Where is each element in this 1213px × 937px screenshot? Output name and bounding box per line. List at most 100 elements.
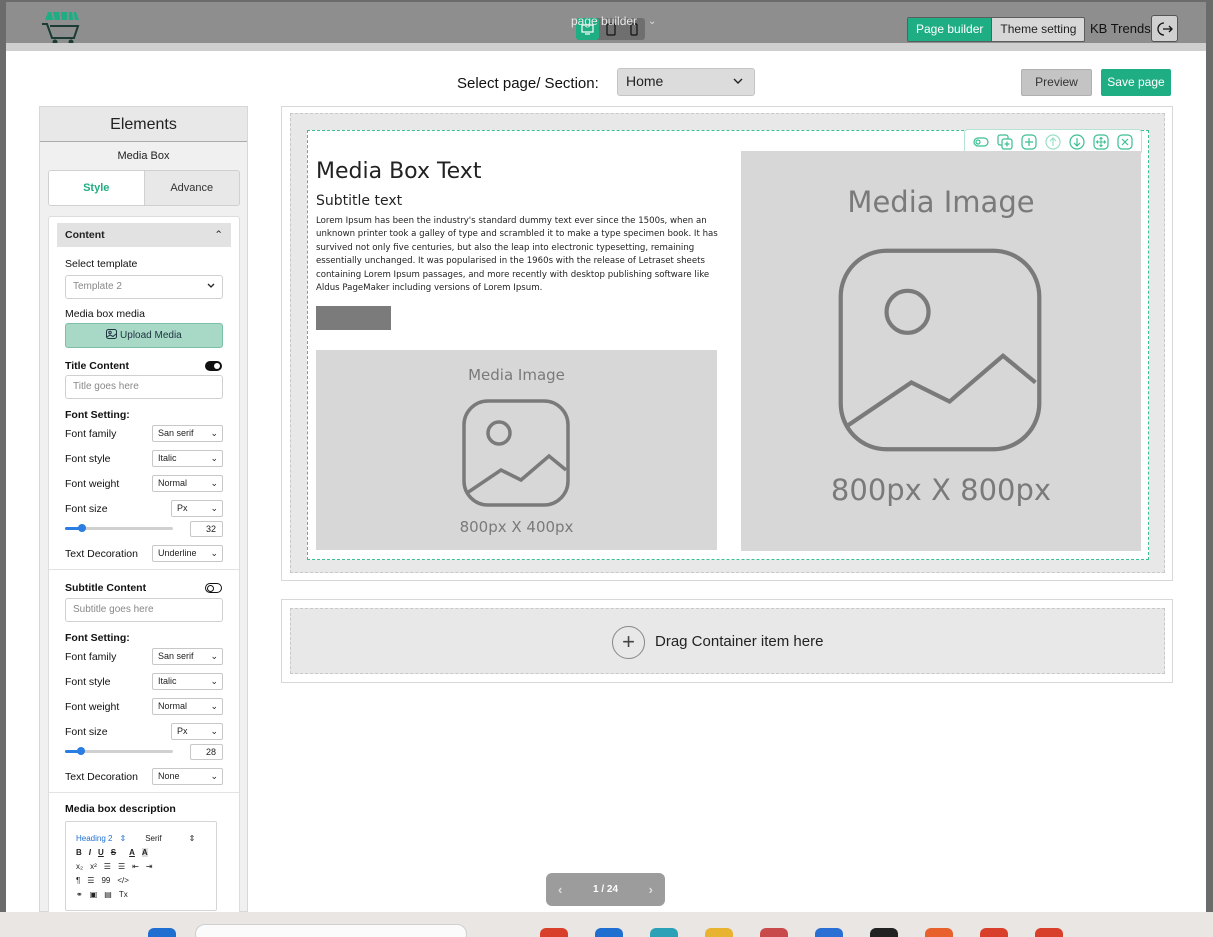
text-decoration-select[interactable]: None ⌄ bbox=[152, 768, 223, 785]
title-input[interactable]: Title goes here bbox=[65, 375, 223, 399]
title-font-size-input[interactable]: 32 bbox=[190, 521, 223, 537]
heading-select[interactable]: Heading 2 bbox=[76, 834, 112, 843]
eye-toggle-icon[interactable] bbox=[973, 134, 989, 150]
close-icon[interactable] bbox=[1117, 134, 1133, 150]
blockquote-button[interactable]: 99 bbox=[101, 876, 110, 885]
template-select[interactable]: Template 2 bbox=[65, 275, 223, 299]
canvas-section[interactable]: Media Box Text Subtitle text Lorem Ipsum… bbox=[281, 106, 1173, 581]
prev-page-icon[interactable]: ‹ bbox=[558, 882, 562, 897]
drag-container-text: Drag Container item here bbox=[655, 633, 824, 650]
shopping-cart-logo-icon bbox=[42, 11, 80, 45]
upload-media-button[interactable]: Upload Media bbox=[65, 323, 223, 348]
font-weight-select[interactable]: Normal ⌄ bbox=[152, 698, 223, 715]
font-family-label: Font family bbox=[65, 428, 117, 440]
tab-style[interactable]: Style bbox=[49, 171, 144, 205]
strikethrough-button[interactable]: S bbox=[111, 848, 116, 857]
font-unit-select[interactable]: Px ⌄ bbox=[171, 500, 223, 517]
page-navigator: ‹ 1 / 24 › bbox=[546, 873, 665, 906]
tab-advance[interactable]: Advance bbox=[143, 171, 239, 205]
chevron-up-icon[interactable]: ⌃ bbox=[214, 223, 223, 247]
canvas-section-empty[interactable]: + Drag Container item here bbox=[281, 599, 1173, 683]
subscript-button[interactable]: x₂ bbox=[76, 862, 83, 871]
page-select[interactable]: Home bbox=[617, 68, 755, 96]
text-color-button[interactable]: A bbox=[129, 848, 135, 857]
chrome-icon[interactable] bbox=[1035, 928, 1063, 937]
subtitle-font-size-input[interactable]: 28 bbox=[190, 744, 223, 760]
link-icon[interactable]: ⚭ bbox=[76, 890, 83, 899]
outdent-button[interactable]: ⇤ bbox=[132, 862, 139, 871]
logout-button[interactable] bbox=[1151, 15, 1178, 42]
slider-knob[interactable] bbox=[77, 747, 86, 755]
underline-button[interactable]: U bbox=[98, 848, 104, 857]
font-unit-select[interactable]: Px ⌄ bbox=[171, 723, 223, 740]
slider-knob[interactable] bbox=[78, 524, 87, 532]
title-content-toggle[interactable] bbox=[205, 361, 222, 371]
taskbar-search[interactable] bbox=[195, 924, 467, 937]
media-box-subtitle[interactable]: Subtitle text bbox=[316, 193, 402, 209]
next-page-icon[interactable]: › bbox=[649, 882, 653, 897]
italic-button[interactable]: I bbox=[89, 848, 91, 857]
subtitle-content-toggle[interactable] bbox=[205, 583, 222, 593]
theme-setting-tab[interactable]: Theme setting bbox=[991, 18, 1085, 41]
font-style-value: Italic bbox=[158, 676, 177, 686]
move-icon[interactable] bbox=[1093, 134, 1109, 150]
add-container-icon[interactable]: + bbox=[612, 626, 645, 659]
media-box-element[interactable]: Media Box Text Subtitle text Lorem Ipsum… bbox=[307, 129, 1149, 560]
subtitle-input[interactable]: Subtitle goes here bbox=[65, 598, 223, 622]
postman-icon[interactable] bbox=[925, 928, 953, 937]
calendar-icon[interactable] bbox=[760, 928, 788, 937]
chevron-down-icon: ⌄ bbox=[210, 478, 218, 488]
align-button[interactable]: ☰ bbox=[87, 876, 94, 885]
content-section-header[interactable]: Content ⌃ bbox=[57, 223, 231, 247]
font-style-select[interactable]: Italic ⌄ bbox=[152, 450, 223, 467]
page-builder-tab[interactable]: Page builder bbox=[908, 18, 992, 41]
select-template-label: Select template bbox=[65, 258, 138, 270]
chrome-icon[interactable] bbox=[540, 928, 568, 937]
edge-icon[interactable] bbox=[650, 928, 678, 937]
indent-button[interactable]: ⇥ bbox=[146, 862, 153, 871]
paragraph-direction-button[interactable]: ¶ bbox=[76, 876, 80, 885]
section-container[interactable]: Media Box Text Subtitle text Lorem Ipsum… bbox=[290, 113, 1165, 573]
add-icon[interactable] bbox=[1021, 134, 1037, 150]
rich-text-editor[interactable]: Heading 2 ⇕ Serif ⇕ B I U S A A x₂ x² ☰ bbox=[65, 821, 217, 911]
move-up-icon[interactable] bbox=[1045, 134, 1061, 150]
media-image-large[interactable]: Media Image 800px X 800px bbox=[741, 151, 1141, 551]
media-box-description[interactable]: Lorem Ipsum has been the industry's stan… bbox=[316, 215, 720, 295]
vscode-icon[interactable] bbox=[595, 928, 623, 937]
subtitle-font-size-slider[interactable] bbox=[65, 747, 173, 755]
video-insert-icon[interactable]: ▤ bbox=[104, 890, 112, 899]
superscript-button[interactable]: x² bbox=[90, 862, 97, 871]
ordered-list-button[interactable]: ☰ bbox=[104, 862, 111, 871]
os-taskbar bbox=[0, 912, 1213, 937]
bullet-list-button[interactable]: ☰ bbox=[118, 862, 125, 871]
page-builder-title[interactable]: page builder bbox=[571, 14, 637, 28]
font-weight-select[interactable]: Normal ⌄ bbox=[152, 475, 223, 492]
windows-start-icon[interactable] bbox=[148, 928, 176, 937]
title-font-size-slider[interactable] bbox=[65, 524, 173, 532]
text-decoration-label: Text Decoration bbox=[65, 771, 138, 783]
font-family-select[interactable]: San serif ⌄ bbox=[152, 648, 223, 665]
clear-format-button[interactable]: Tx bbox=[119, 890, 128, 899]
preview-button[interactable]: Preview bbox=[1021, 69, 1092, 96]
move-down-icon[interactable] bbox=[1069, 134, 1085, 150]
chevron-down-icon[interactable]: ⌄ bbox=[648, 16, 656, 27]
text-decoration-select[interactable]: Underline ⌄ bbox=[152, 545, 223, 562]
image-insert-icon[interactable]: ▣ bbox=[90, 890, 98, 899]
font-family-select[interactable]: San serif ⌄ bbox=[152, 425, 223, 442]
font-select[interactable]: Serif bbox=[145, 834, 161, 843]
terminal-icon[interactable] bbox=[870, 928, 898, 937]
drop-zone[interactable]: + Drag Container item here bbox=[290, 608, 1165, 674]
panel-subtitle: Media Box bbox=[117, 150, 170, 162]
chrome-icon[interactable] bbox=[980, 928, 1008, 937]
folder-icon[interactable] bbox=[705, 928, 733, 937]
media-box-button[interactable] bbox=[316, 306, 391, 330]
save-page-button[interactable]: Save page bbox=[1101, 69, 1171, 96]
media-box-title[interactable]: Media Box Text bbox=[316, 159, 481, 184]
bold-button[interactable]: B bbox=[76, 848, 82, 857]
app-icon[interactable] bbox=[815, 928, 843, 937]
highlight-button[interactable]: A bbox=[141, 848, 148, 857]
duplicate-icon[interactable] bbox=[997, 134, 1013, 150]
font-style-select[interactable]: Italic ⌄ bbox=[152, 673, 223, 690]
media-image-small[interactable]: Media Image 800px X 400px bbox=[316, 350, 717, 550]
code-button[interactable]: </> bbox=[117, 876, 129, 885]
